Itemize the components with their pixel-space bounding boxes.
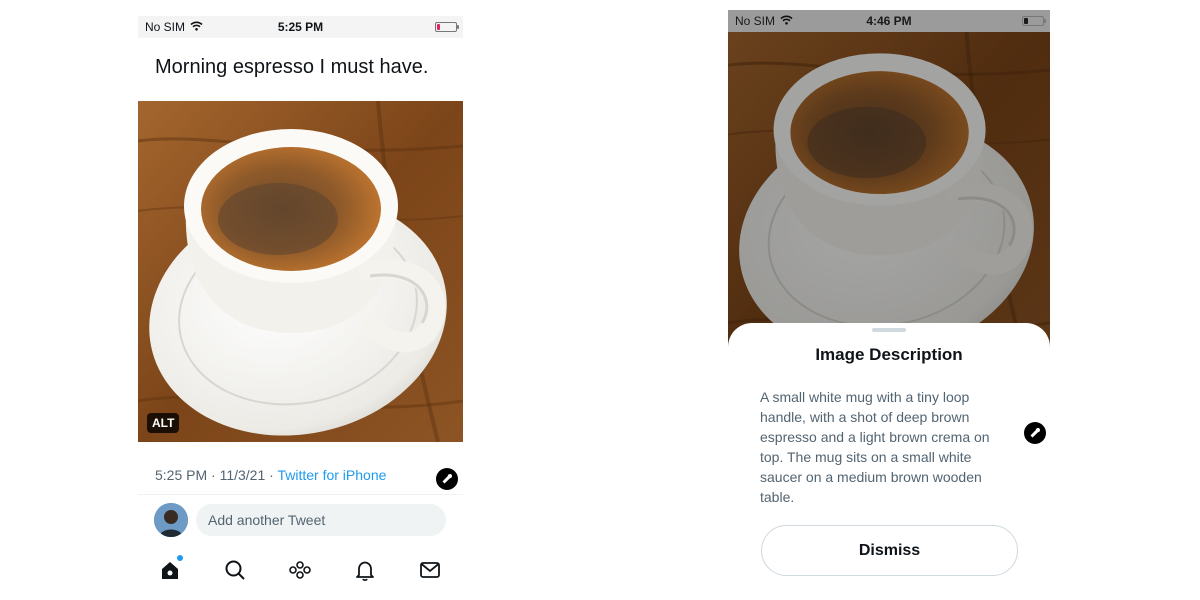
alt-badge[interactable]: ALT <box>147 413 180 433</box>
tweet-meta: 5:25 PM · 11/3/21 · Twitter for iPhone <box>155 467 386 483</box>
search-icon <box>225 560 245 580</box>
status-bar: No SIM 4:46 PM <box>728 10 1050 32</box>
dimmed-photo <box>728 32 1050 362</box>
status-time: 5:25 PM <box>277 20 324 34</box>
tweet-timestamp: 5:25 PM · 11/3/21 · <box>155 467 278 483</box>
tab-spaces[interactable] <box>286 556 314 584</box>
divider <box>138 494 463 495</box>
battery-icon <box>1022 16 1046 26</box>
battery-level-fill <box>1024 18 1028 24</box>
tab-home[interactable] <box>156 555 184 584</box>
tab-notifications[interactable] <box>351 556 379 584</box>
add-tweet-input[interactable]: Add another Tweet <box>196 504 446 536</box>
image-description-screen: No SIM 4:46 PM Image Description A small… <box>728 10 1050 594</box>
spaces-icon <box>289 561 311 579</box>
image-description-sheet: Image Description A small white mug with… <box>728 323 1050 594</box>
tweet-detail-screen: No SIM 5:25 PM Morning espresso I must h… <box>138 16 463 596</box>
status-bar: No SIM 5:25 PM <box>138 16 463 38</box>
image-description-text: A small white mug with a tiny loop handl… <box>760 389 990 505</box>
wrench-icon[interactable] <box>436 468 458 490</box>
dismiss-button[interactable]: Dismiss <box>761 525 1018 576</box>
espresso-photo <box>138 101 463 442</box>
battery-icon <box>435 22 459 32</box>
home-icon <box>162 562 178 579</box>
reply-composer: Add another Tweet <box>154 503 447 537</box>
tab-bar <box>138 554 463 586</box>
tweet-source-link[interactable]: Twitter for iPhone <box>277 467 386 483</box>
sheet-grabber[interactable] <box>872 328 906 332</box>
notifications-icon <box>356 561 374 581</box>
status-time: 4:46 PM <box>866 14 912 28</box>
dim-overlay[interactable] <box>728 32 1050 362</box>
tweet-photo[interactable]: ALT <box>138 101 463 442</box>
tab-search[interactable] <box>221 556 249 584</box>
unread-dot <box>177 555 183 561</box>
avatar[interactable] <box>154 503 188 537</box>
tweet-text: Morning espresso I must have. <box>155 56 429 78</box>
battery-level-fill <box>437 24 440 30</box>
sheet-title: Image Description <box>815 345 963 364</box>
messages-icon <box>420 562 440 578</box>
tab-messages[interactable] <box>416 556 444 584</box>
wrench-icon[interactable] <box>1024 422 1046 444</box>
